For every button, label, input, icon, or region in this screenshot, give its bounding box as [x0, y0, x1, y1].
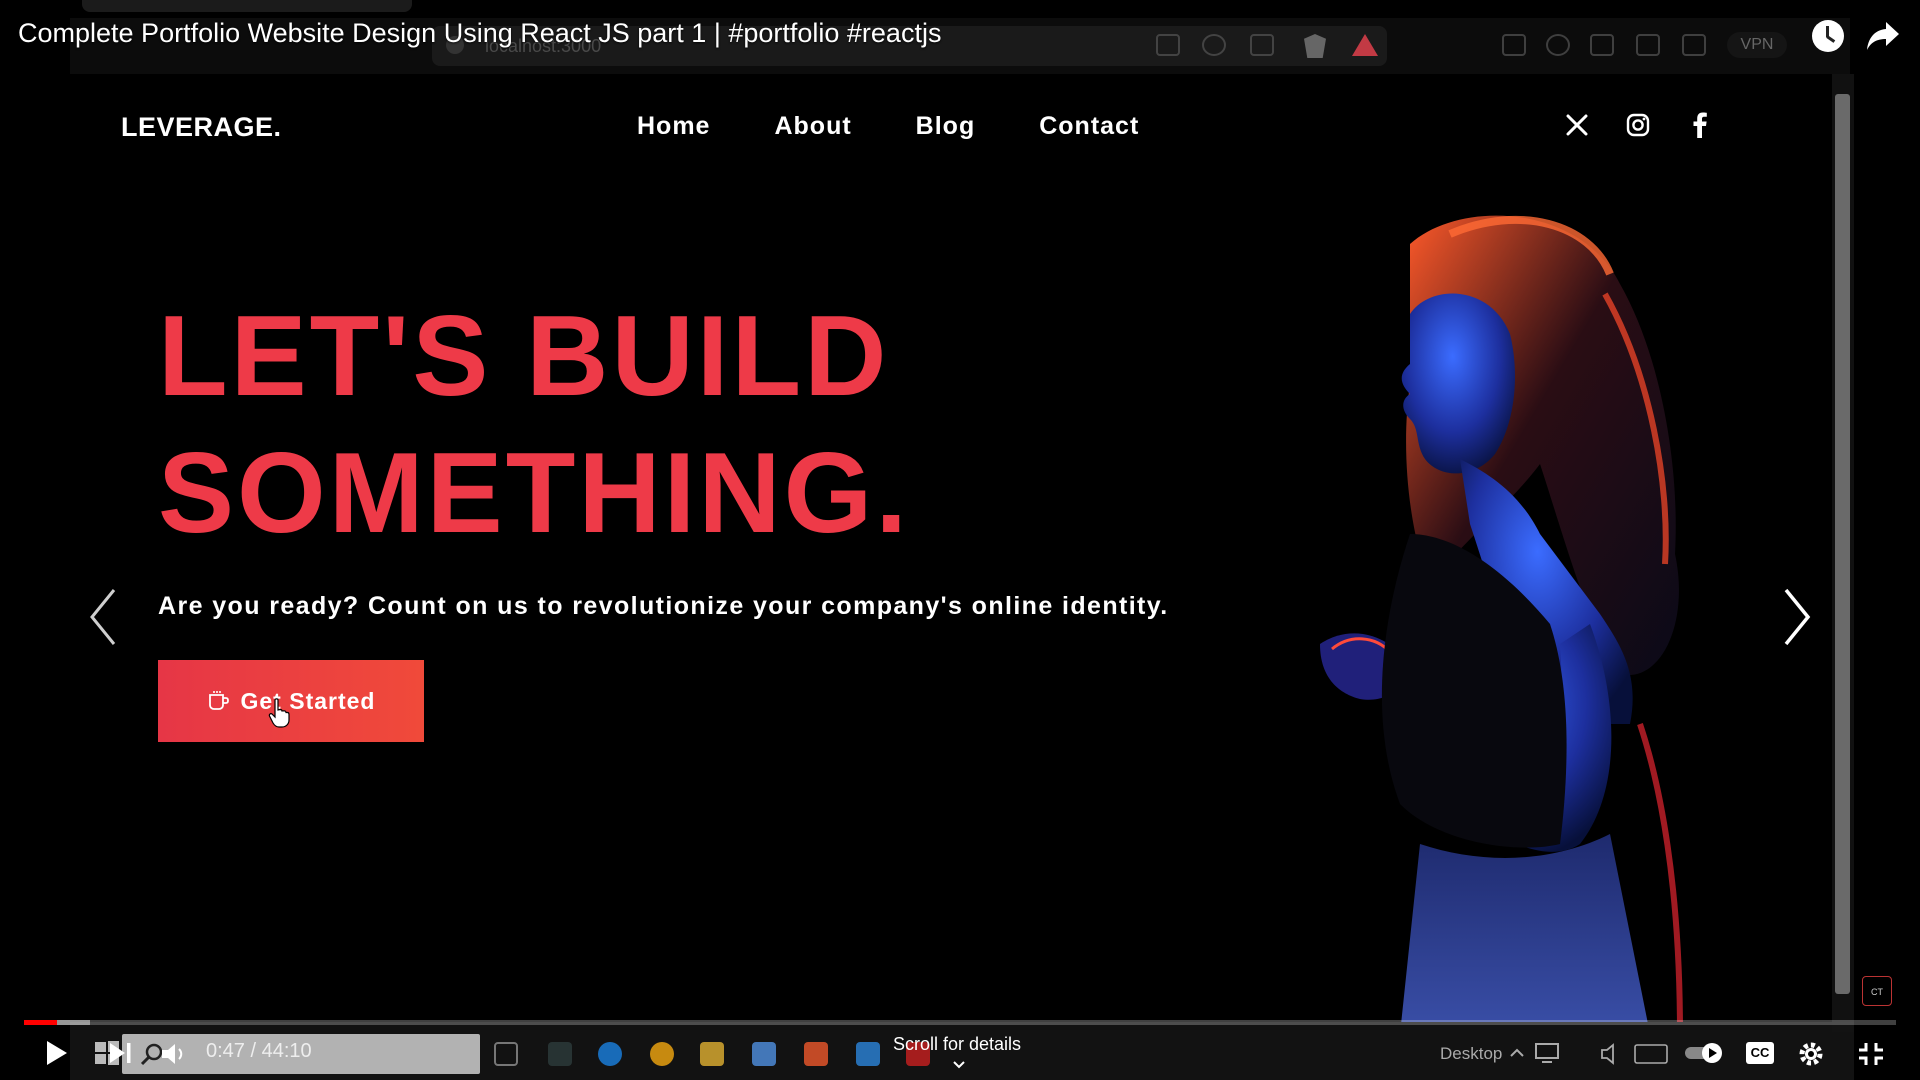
cast-icon — [1156, 34, 1180, 56]
website-viewport: LEVERAGE. Home About Blog Contact LET'S … — [70, 74, 1832, 1022]
chrome-browser-icon — [650, 1042, 674, 1066]
wallet-icon — [1682, 34, 1706, 56]
edge-browser-icon — [598, 1042, 622, 1066]
nav-about[interactable]: About — [774, 112, 851, 141]
vpn-button: VPN — [1727, 32, 1787, 58]
seek-bar[interactable] — [24, 1020, 1896, 1025]
keyboard-icon — [1634, 1044, 1668, 1064]
browser-tab — [82, 0, 412, 12]
channel-watermark[interactable]: CT — [1862, 976, 1892, 1006]
play-icon[interactable] — [44, 1040, 68, 1066]
terminal-app-icon — [548, 1042, 572, 1066]
zoom-icon — [1202, 34, 1226, 56]
scroll-for-details[interactable]: Scroll for details — [893, 1034, 1021, 1055]
speaker-icon — [1601, 1043, 1614, 1065]
next-video-icon[interactable] — [108, 1042, 132, 1064]
share-icon[interactable] — [1866, 20, 1900, 52]
volume-icon[interactable] — [160, 1042, 188, 1066]
get-started-label: Get Started — [240, 687, 376, 714]
page-scrollbar-thumb[interactable] — [1835, 94, 1850, 994]
network-icon — [1535, 1043, 1559, 1063]
carousel-prev-arrow[interactable] — [84, 586, 124, 648]
site-nav: Home About Blog Contact — [637, 112, 1203, 141]
brave-rewards-icon — [1352, 34, 1378, 56]
x-icon[interactable] — [1562, 110, 1592, 140]
task-view-icon — [494, 1042, 518, 1066]
hero-portrait-image — [1320, 215, 1683, 1022]
carousel-next-arrow[interactable] — [1776, 586, 1816, 648]
vscode-icon — [856, 1042, 880, 1066]
hero-heading-line-1: LET'S BUILD — [158, 293, 890, 420]
chevron-down-icon[interactable] — [952, 1058, 966, 1072]
seek-bar-played — [24, 1020, 57, 1025]
exit-fullscreen-icon[interactable] — [1858, 1042, 1884, 1066]
settings-gear-icon[interactable] — [1796, 1040, 1826, 1068]
nav-home[interactable]: Home — [637, 112, 710, 141]
nav-blog[interactable]: Blog — [916, 112, 976, 141]
file-explorer-icon — [700, 1042, 724, 1066]
taskbar-desktop-label: Desktop — [1440, 1044, 1503, 1063]
autoplay-toggle[interactable] — [1684, 1042, 1724, 1064]
info-icon — [1546, 34, 1570, 56]
camera-icon — [1502, 34, 1526, 56]
cup-icon — [208, 691, 229, 710]
facebook-icon[interactable] — [1685, 110, 1715, 140]
video-title: Complete Portfolio Website Design Using … — [18, 18, 942, 48]
hero-heading: LET'S BUILD SOMETHING. — [158, 288, 910, 562]
sidebar-icon — [1636, 34, 1660, 56]
watch-later-icon[interactable] — [1812, 20, 1844, 52]
brave-browser-icon — [804, 1042, 828, 1066]
captions-button[interactable]: CC — [1746, 1042, 1774, 1064]
instagram-icon[interactable] — [1623, 110, 1653, 140]
share-page-icon — [1250, 34, 1274, 56]
taskbar-overflow-icon — [1510, 1048, 1524, 1057]
nav-contact[interactable]: Contact — [1039, 112, 1139, 141]
site-logo[interactable]: LEVERAGE. — [121, 112, 282, 143]
extensions-icon — [1590, 34, 1614, 56]
pointer-hand-icon — [268, 698, 290, 728]
get-started-button[interactable]: Get Started — [158, 660, 424, 742]
time-display: 0:47 / 44:10 — [206, 1040, 312, 1062]
hero-subtitle: Are you ready? Count on us to revolution… — [158, 592, 1169, 620]
brave-shields-icon — [1304, 34, 1326, 58]
hero-heading-line-2: SOMETHING. — [158, 430, 911, 557]
store-app-icon — [752, 1042, 776, 1066]
video-player[interactable]: localhost:3000 VPN LEVERAGE. Home About … — [0, 0, 1920, 1080]
